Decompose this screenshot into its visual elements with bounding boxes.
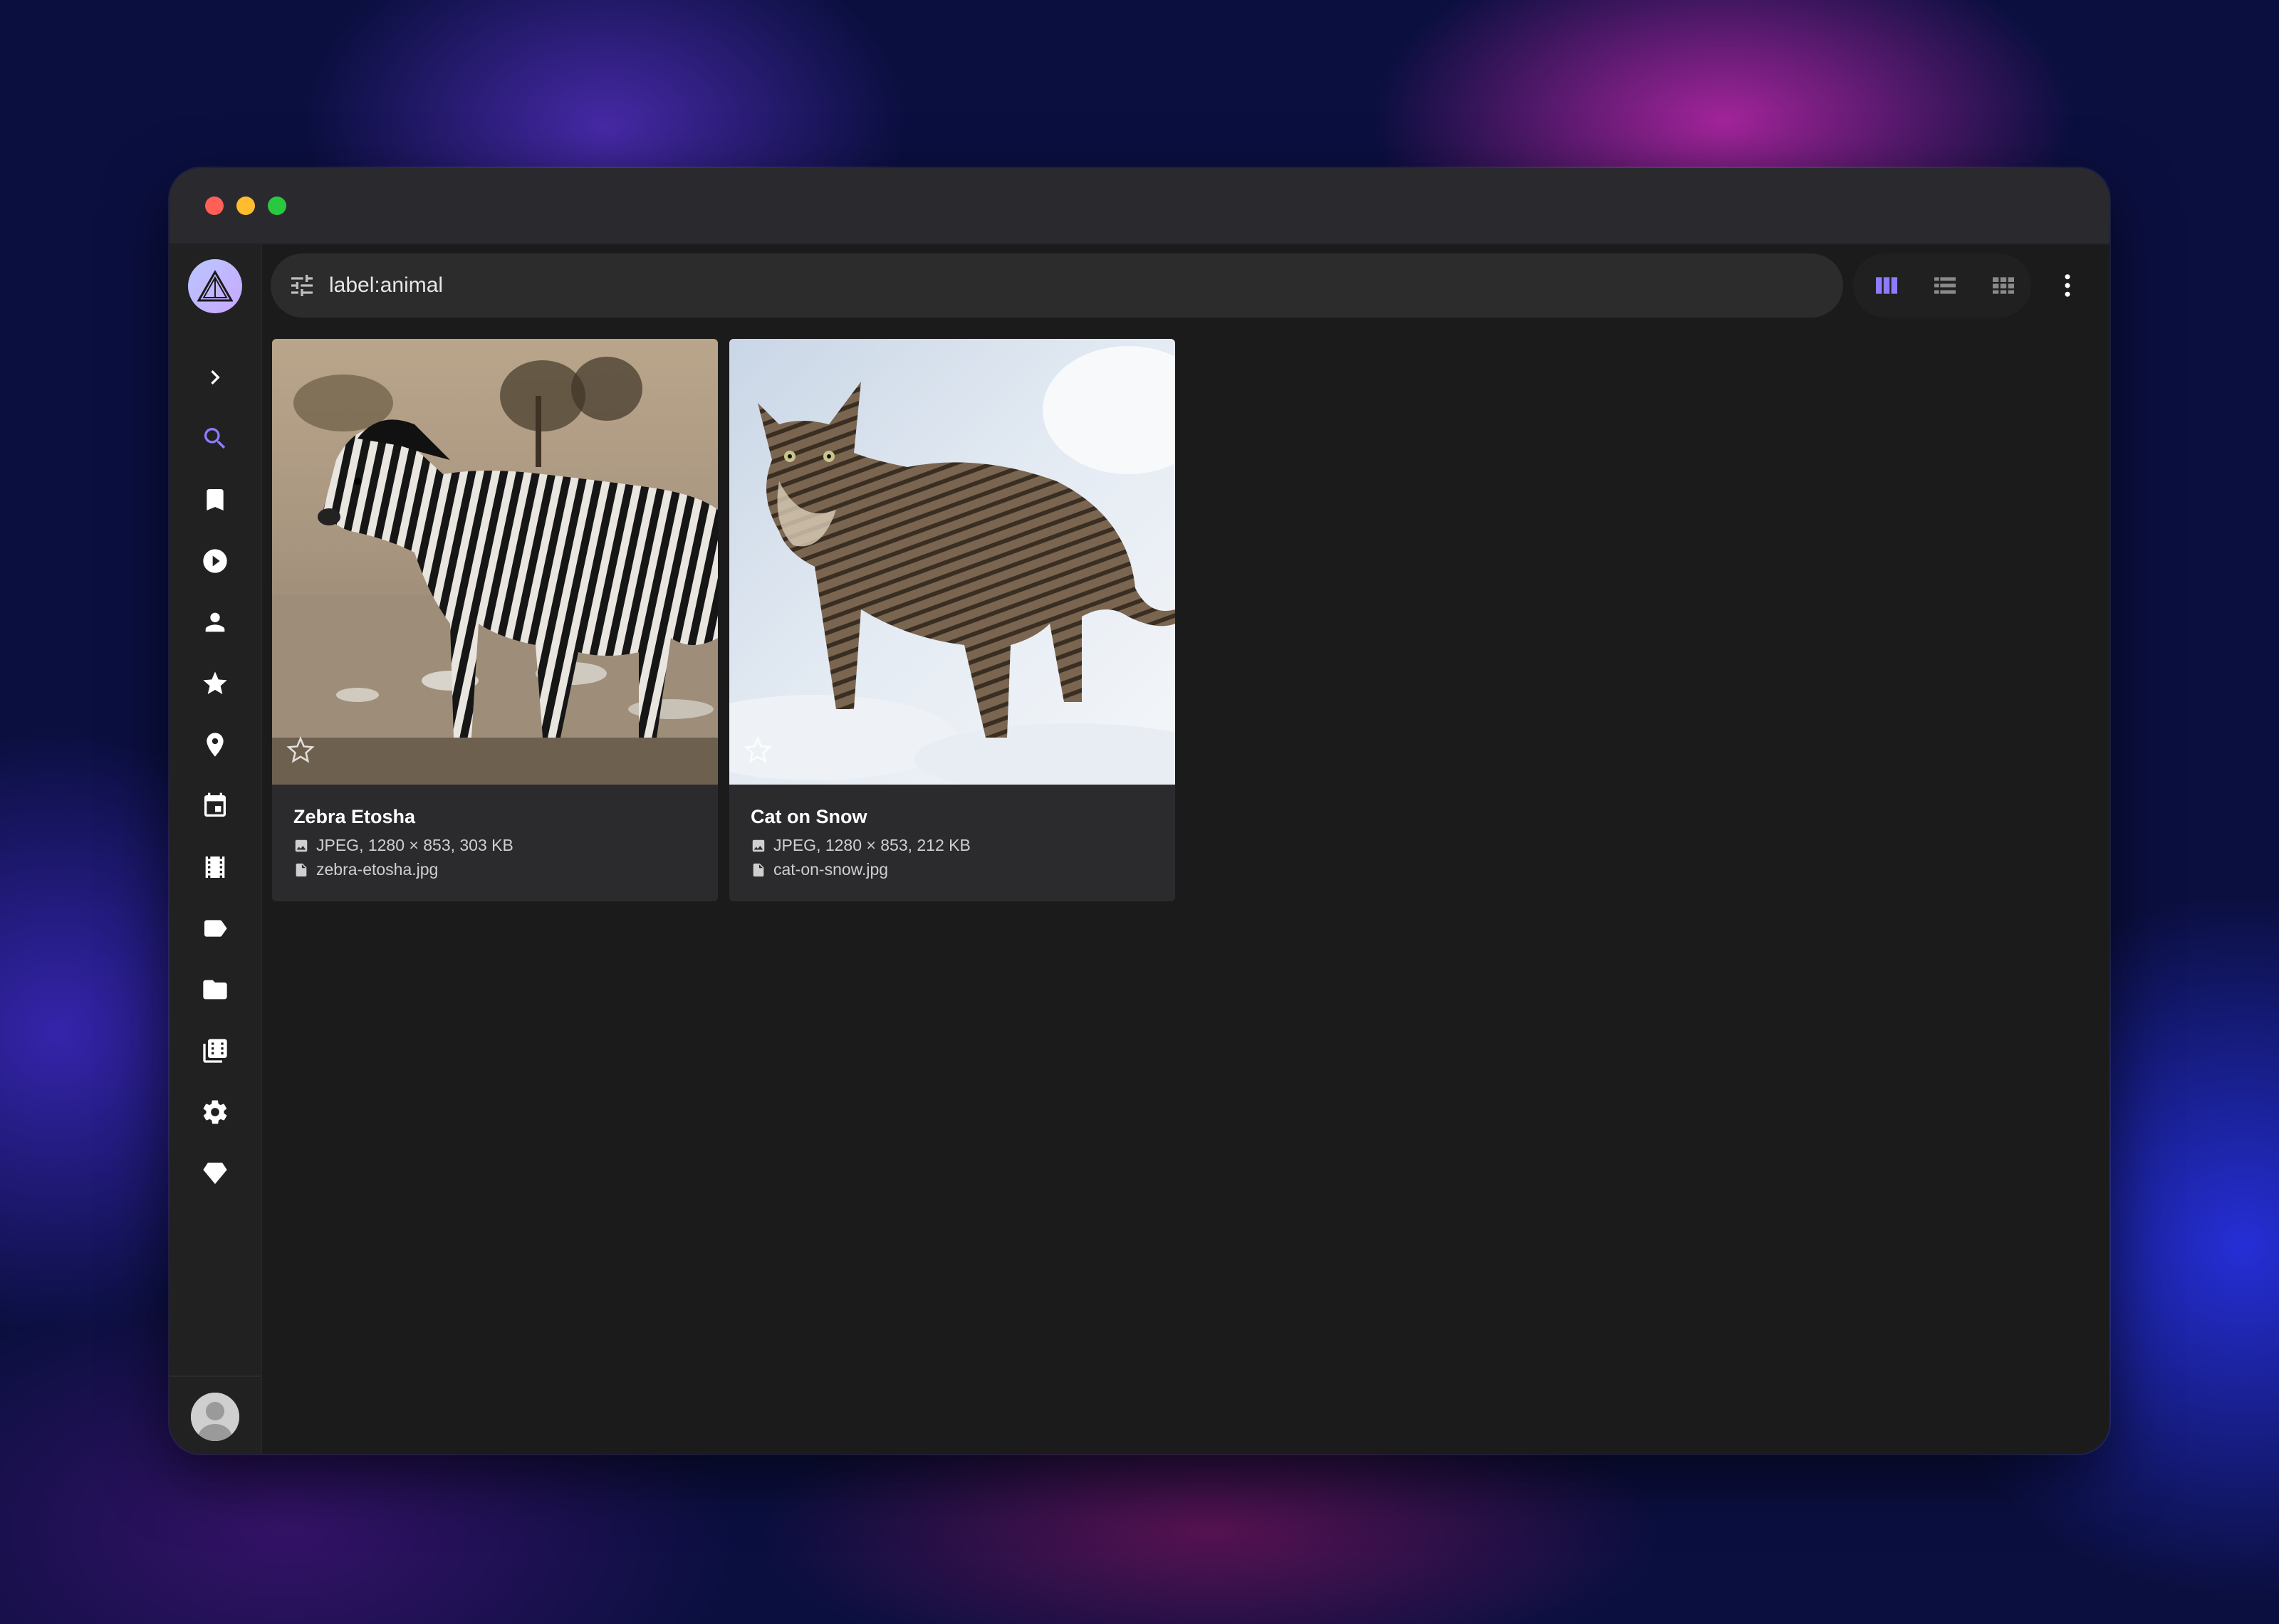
photo-info: JPEG, 1280 × 853, 303 KB — [293, 836, 513, 855]
photo-info: JPEG, 1280 × 853, 212 KB — [751, 836, 971, 855]
bookmark-icon — [207, 489, 224, 510]
sidebar-item-albums[interactable] — [192, 477, 238, 523]
diamond-icon — [203, 1163, 227, 1184]
chevron-right-icon — [211, 370, 220, 384]
file-icon — [753, 863, 764, 876]
favorite-toggle[interactable] — [286, 736, 315, 765]
zebra-photo-image — [272, 339, 718, 785]
photo-filename: zebra-etosha.jpg — [316, 860, 439, 879]
app-window: label:animal Zebra Etosha JPEG, 1280 × 8… — [170, 168, 2109, 1454]
sidebar-item-upgrade[interactable] — [192, 1151, 238, 1196]
photo-title[interactable]: Cat on Snow — [751, 806, 867, 828]
avatar-silhouette-icon — [191, 1393, 239, 1441]
play-circle-icon — [203, 549, 227, 573]
person-icon — [205, 612, 225, 632]
logo-triangle-icon — [197, 271, 233, 302]
star-icon — [203, 671, 227, 694]
film-icon — [205, 856, 225, 878]
photo-card[interactable]: Cat on Snow JPEG, 1280 × 853, 212 KB cat… — [729, 339, 1175, 901]
mosaic-view-icon — [1993, 277, 2014, 294]
mosaic-view-button[interactable] — [1988, 271, 2018, 300]
search-bar[interactable]: label:animal — [271, 253, 1843, 318]
filter-toggle-button[interactable] — [288, 271, 316, 300]
app-logo[interactable] — [188, 259, 242, 313]
sidebar-item-search[interactable] — [192, 416, 238, 461]
photo-info-text: JPEG, 1280 × 853, 303 KB — [316, 836, 513, 854]
view-mode-toggle — [1853, 253, 2031, 318]
sidebar-item-moments[interactable] — [192, 844, 238, 890]
sidebar-item-library[interactable] — [192, 1028, 238, 1074]
sidebar-item-places[interactable] — [192, 722, 238, 768]
image-icon — [295, 839, 308, 852]
list-view-icon — [1934, 277, 1956, 294]
photo-info-text: JPEG, 1280 × 853, 212 KB — [773, 836, 971, 854]
location-pin-icon — [207, 733, 224, 757]
photo-card[interactable]: Zebra Etosha JPEG, 1280 × 853, 303 KB ze… — [272, 339, 718, 901]
list-view-button[interactable] — [1930, 271, 1960, 300]
search-input[interactable]: label:animal — [329, 271, 443, 300]
maximize-window-button[interactable] — [268, 197, 286, 215]
more-vertical-icon — [2065, 274, 2070, 297]
sidebar-item-people[interactable] — [192, 599, 238, 645]
favorite-toggle[interactable] — [744, 736, 772, 765]
photo-thumbnail-zebra[interactable] — [272, 339, 718, 785]
sidebar-item-settings[interactable] — [192, 1089, 238, 1135]
minimize-window-button[interactable] — [236, 197, 255, 215]
photo-thumbnail-cat[interactable] — [729, 339, 1175, 785]
settings-icon — [203, 1100, 227, 1124]
photo-title[interactable]: Zebra Etosha — [293, 806, 415, 828]
sidebar-expand-button[interactable] — [192, 355, 238, 400]
library-icon — [203, 1039, 227, 1063]
photo-file: zebra-etosha.jpg — [293, 860, 438, 879]
file-icon — [296, 863, 307, 876]
sidebar-item-labels[interactable] — [192, 906, 238, 951]
title-bar — [170, 168, 2109, 245]
calendar-icon — [204, 792, 226, 817]
photo-file: cat-on-snow.jpg — [751, 860, 888, 879]
folder-icon — [203, 980, 227, 1000]
star-outline-icon — [286, 736, 315, 763]
sidebar-account — [170, 1376, 261, 1454]
sidebar — [170, 243, 262, 1454]
label-icon — [204, 920, 227, 937]
search-icon — [204, 428, 226, 449]
tune-icon — [291, 275, 313, 296]
sidebar-item-calendar[interactable] — [192, 783, 238, 829]
image-icon — [752, 839, 765, 852]
sidebar-item-videos[interactable] — [192, 538, 238, 584]
sidebar-item-folders[interactable] — [192, 967, 238, 1012]
cards-view-icon — [1876, 277, 1897, 294]
avatar[interactable] — [191, 1393, 239, 1441]
cat-photo-image — [729, 339, 1175, 785]
photo-filename: cat-on-snow.jpg — [773, 860, 889, 879]
more-options-button[interactable] — [2053, 256, 2082, 315]
sidebar-item-favorites[interactable] — [192, 661, 238, 706]
close-window-button[interactable] — [205, 197, 224, 215]
cards-view-button[interactable] — [1872, 271, 1902, 300]
star-outline-icon — [744, 736, 772, 763]
